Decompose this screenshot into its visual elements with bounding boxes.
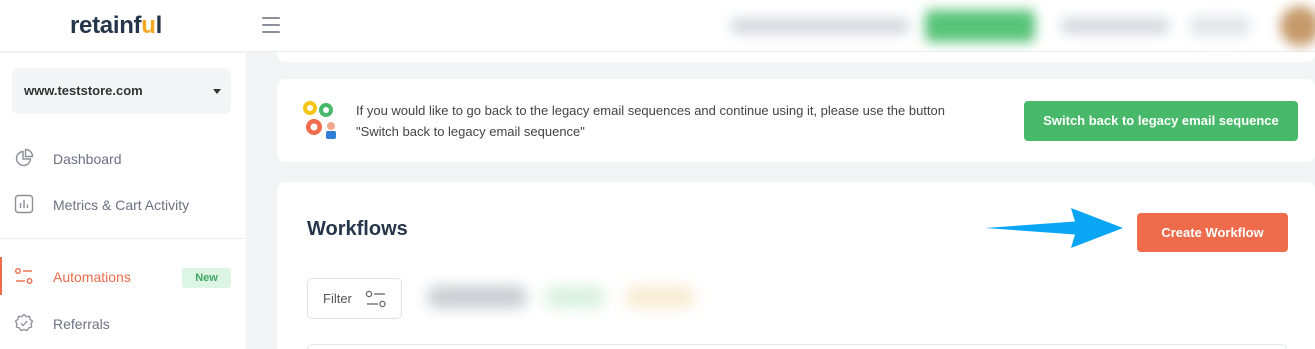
logo-text-accent: u [141,12,156,39]
gears-icon [303,101,336,139]
blurred-header-actions [710,2,1315,50]
create-workflow-button[interactable]: Create Workflow [1137,213,1288,252]
sidebar-divider [0,238,246,239]
hamburger-menu-icon[interactable] [262,17,280,33]
pie-chart-icon [15,148,34,167]
sidebar-item-referrals[interactable]: Referrals [0,304,246,342]
sidebar-item-metrics[interactable]: Metrics & Cart Activity [0,185,246,223]
retainful-logo[interactable]: retainful [70,12,162,40]
filter-sliders-icon [365,290,386,308]
blurred-filter-chips [415,270,705,322]
logo-text-main: retainf [70,12,142,39]
new-badge: New [182,268,231,288]
store-selector-value: www.teststore.com [24,83,143,98]
logo-text-end: l [155,12,163,39]
filter-label: Filter [323,291,352,306]
sidebar-item-label: Metrics & Cart Activity [53,197,190,213]
filter-button[interactable]: Filter [307,278,402,319]
legacy-notice-line-1: If you would like to go back to the lega… [356,103,945,118]
sidebar-item-label: Dashboard [53,151,122,167]
top-header: retainful [0,0,1315,52]
referral-badge-icon [14,313,34,332]
bar-chart-icon [14,194,34,214]
workflows-table [307,344,1287,349]
active-indicator [0,257,2,295]
legacy-notice-line-2: "Switch back to legacy email sequence" [356,124,585,139]
workflows-title: Workflows [307,218,408,240]
sidebar-item-label: Automations [53,269,131,285]
sidebar-item-dashboard[interactable]: Dashboard [0,139,246,177]
sidebar-item-automations[interactable]: Automations New [0,257,246,295]
legacy-notice-message: If you would like to go back to the lega… [356,100,1006,142]
switch-legacy-button[interactable]: Switch back to legacy email sequence [1024,101,1298,141]
top-card-edge [277,52,1315,62]
legacy-notice-card: If you would like to go back to the lega… [277,79,1315,162]
sidebar-item-label: Referrals [53,316,110,332]
store-selector[interactable]: www.teststore.com [12,68,231,114]
automation-icon [15,268,33,284]
sidebar: www.teststore.com Dashboard Metrics & Ca… [0,53,247,349]
workflows-card: Workflows Create Workflow Filter [277,182,1315,349]
caret-down-icon [213,89,221,94]
pointer-arrow-icon [985,208,1123,248]
